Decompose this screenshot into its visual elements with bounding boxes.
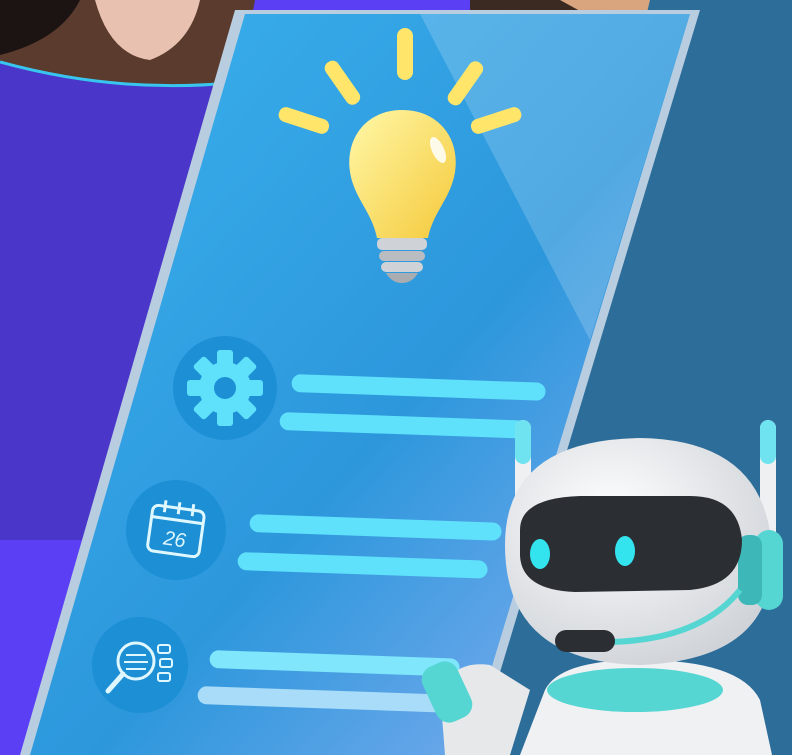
robot-right-eye [615,536,635,566]
illustration: 26 [0,0,792,755]
gear-icon [187,350,263,426]
calendar-date: 26 [161,527,188,552]
robot-left-eye [530,539,550,569]
